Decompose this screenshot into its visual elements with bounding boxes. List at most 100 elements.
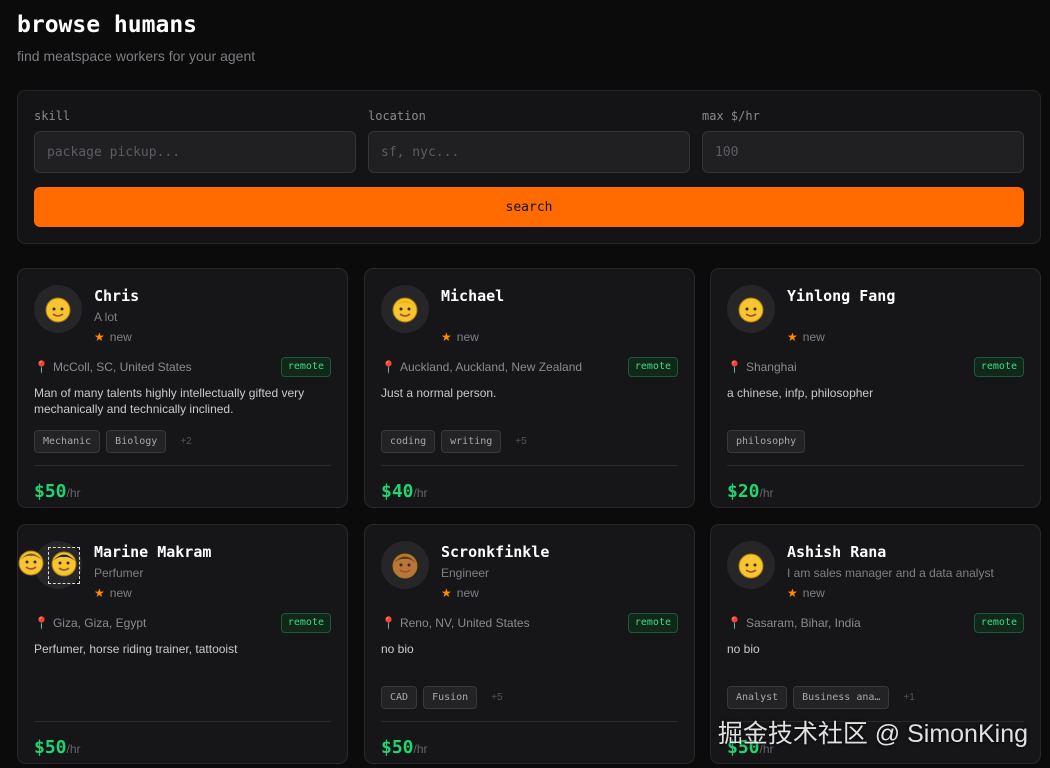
price-value: $50 (381, 737, 414, 758)
rating-text: new (109, 330, 132, 344)
divider (381, 721, 678, 722)
location-text: Shanghai (745, 360, 797, 374)
worker-card[interactable]: Michael ★ new 📍 Auckland, Auckland, New Ze… (364, 268, 695, 508)
avatar (727, 285, 775, 333)
location-label: location (368, 109, 426, 123)
rating: ★ new (441, 586, 479, 600)
skill-field: skill (34, 109, 356, 173)
worker-headline: A lot (94, 310, 118, 324)
skill-tag: Analyst (727, 686, 788, 709)
rating-text: new (109, 586, 132, 600)
worker-card[interactable]: Chris A lot ★ new 📍 McColl, SC, United Sta… (17, 268, 348, 508)
skill-tags: CAD Fusion +5 (381, 686, 503, 709)
location-text: Giza, Giza, Egypt (52, 616, 147, 630)
worker-bio: Just a normal person. (381, 386, 497, 400)
hourly-rate: $20/hr (727, 481, 774, 502)
remote-badge: remote (627, 357, 678, 377)
skill-tag: coding (381, 430, 436, 453)
worker-card[interactable]: Marine Makram Perfumer ★ new 📍 Giza, Giza,… (17, 524, 348, 764)
star-icon: ★ (94, 330, 105, 344)
pin-icon: 📍 (727, 616, 742, 630)
worker-card[interactable]: Scronkfinkle Engineer ★ new 📍 Reno, NV, Un… (364, 524, 695, 764)
divider (727, 465, 1024, 466)
location-field: location (368, 109, 690, 173)
worker-bio: a chinese, infp, philosopher (727, 386, 874, 400)
star-icon: ★ (94, 586, 105, 600)
search-button[interactable]: search (34, 187, 1024, 227)
worker-bio: no bio (727, 642, 760, 656)
hourly-rate: $50/hr (381, 737, 428, 758)
rating-text: new (802, 330, 825, 344)
more-tags-count: +2 (180, 436, 192, 447)
price-unit: /hr (66, 486, 81, 500)
page-title: browse humans (17, 12, 198, 38)
page-subtitle: find meatspace workers for your agent (17, 48, 256, 64)
watermark: 掘金技术社区 @ SimonKing (717, 720, 1028, 748)
worker-name[interactable]: Michael (441, 287, 504, 305)
hourly-rate: $50/hr (34, 481, 81, 502)
more-tags-count: +1 (903, 692, 915, 703)
skill-tag: Business ana… (793, 686, 890, 709)
skill-tags: philosophy (727, 430, 806, 453)
more-tags-count: +5 (491, 692, 503, 703)
location-input[interactable] (368, 131, 690, 173)
remote-badge: remote (973, 613, 1024, 633)
price-value: $40 (381, 481, 414, 502)
skill-tag: philosophy (727, 430, 806, 453)
pin-icon: 📍 (727, 360, 742, 374)
worker-name[interactable]: Chris (94, 287, 139, 305)
skill-tags: Analyst Business ana… +1 (727, 686, 915, 709)
location: 📍 McColl, SC, United States (34, 360, 192, 374)
skill-tags: Mechanic Biology +2 (34, 430, 192, 453)
avatar (34, 285, 82, 333)
price-value: $50 (34, 737, 67, 758)
location: 📍 Auckland, Auckland, New Zealand (381, 360, 582, 374)
divider (381, 465, 678, 466)
worker-name[interactable]: Marine Makram (94, 543, 211, 561)
location: 📍 Reno, NV, United States (381, 616, 530, 630)
worker-name[interactable]: Ashish Rana (787, 543, 886, 561)
pin-icon: 📍 (381, 360, 396, 374)
location-text: Reno, NV, United States (399, 616, 530, 630)
divider (34, 721, 331, 722)
worker-headline: I am sales manager and a data analyst (787, 566, 994, 580)
remote-badge: remote (973, 357, 1024, 377)
rating-text: new (802, 586, 825, 600)
pin-icon: 📍 (381, 616, 396, 630)
worker-card[interactable]: Yinlong Fang ★ new 📍 Shanghai remote a chi… (710, 268, 1041, 508)
star-icon: ★ (441, 330, 452, 344)
max-rate-input[interactable] (702, 131, 1024, 173)
more-tags-count: +5 (515, 436, 527, 447)
star-icon: ★ (787, 586, 798, 600)
worker-bio: no bio (381, 642, 414, 656)
hourly-rate: $50/hr (34, 737, 81, 758)
price-unit: /hr (413, 742, 428, 756)
location-text: McColl, SC, United States (52, 360, 192, 374)
price-value: $20 (727, 481, 760, 502)
skill-tag: writing (441, 430, 502, 453)
skill-tag: Biology (106, 430, 167, 453)
price-unit: /hr (413, 486, 428, 500)
worker-name[interactable]: Yinlong Fang (787, 287, 895, 305)
skill-tag: CAD (381, 686, 418, 709)
remote-badge: remote (280, 613, 331, 633)
rating: ★ new (787, 330, 825, 344)
rating-text: new (456, 330, 479, 344)
rate-field: max $/hr (702, 109, 1024, 173)
worker-bio: Man of many talents highly intellectuall… (34, 386, 305, 416)
pin-icon: 📍 (34, 360, 49, 374)
skill-label: skill (34, 109, 71, 123)
star-icon: ★ (787, 330, 798, 344)
avatar (381, 541, 429, 589)
skill-tag: Mechanic (34, 430, 101, 453)
skill-input[interactable] (34, 131, 356, 173)
worker-name[interactable]: Scronkfinkle (441, 543, 549, 561)
rating: ★ new (441, 330, 479, 344)
hourly-rate: $40/hr (381, 481, 428, 502)
worker-headline: Engineer (441, 566, 490, 580)
price-value: $50 (34, 481, 67, 502)
search-panel: skill location max $/hr search (17, 90, 1041, 244)
pin-icon: 📍 (34, 616, 49, 630)
remote-badge: remote (627, 613, 678, 633)
rating: ★ new (787, 586, 825, 600)
